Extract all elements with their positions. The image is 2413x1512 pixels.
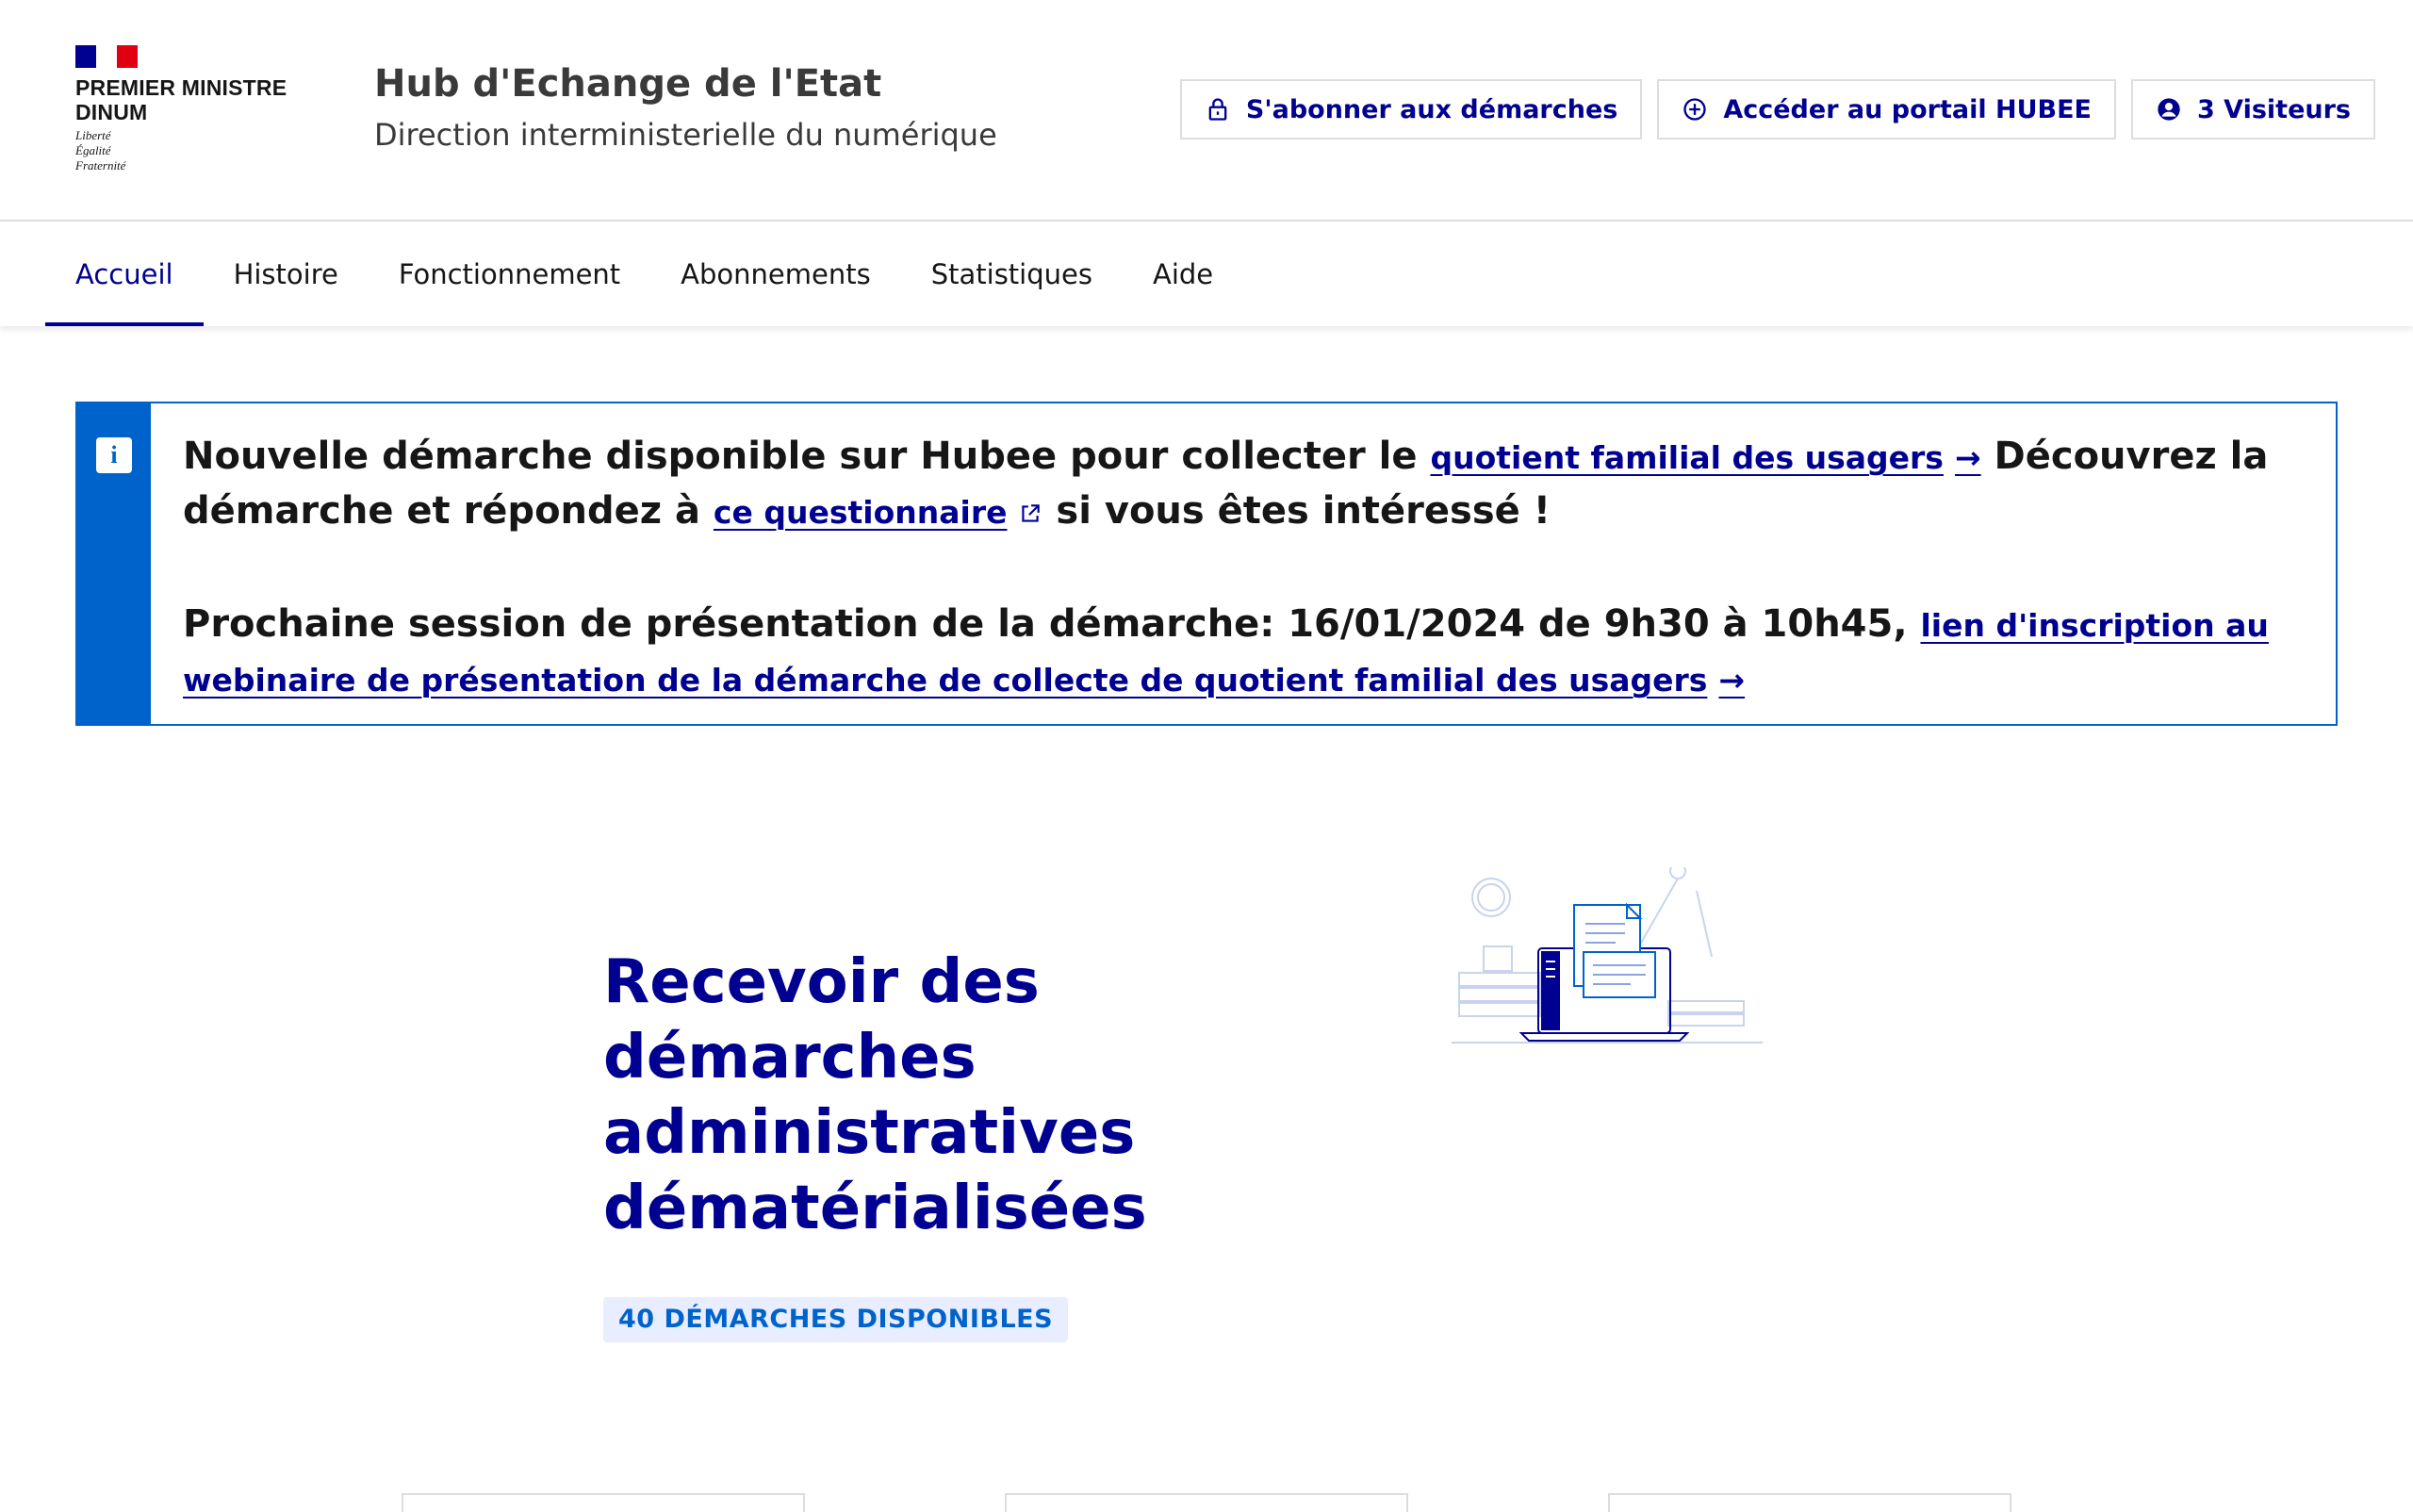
nav-item-abonnements[interactable]: Abonnements: [650, 222, 901, 326]
logo-motto: Liberté Égalité Fraternité: [75, 128, 126, 173]
hero-title: Recevoir des démarches administratives d…: [603, 947, 1147, 1243]
french-flag-icon: [75, 45, 138, 68]
header-tools: S'abonner aux démarches Accéder au porta…: [1179, 79, 2375, 140]
header-body: PREMIER MINISTRE DINUM Liberté Égalité F…: [0, 0, 2413, 222]
nav-item-accueil[interactable]: Accueil: [45, 222, 204, 326]
arrow-right-icon: →: [1718, 662, 1746, 698]
government-logo[interactable]: PREMIER MINISTRE DINUM Liberté Égalité F…: [75, 45, 302, 173]
quotient-familial-link[interactable]: quotient familial des usagers →: [1430, 439, 1980, 476]
notice-sidebar: i: [75, 402, 151, 726]
nav-item-aide[interactable]: Aide: [1123, 222, 1243, 326]
site-header: PREMIER MINISTRE DINUM Liberté Égalité F…: [0, 0, 2413, 222]
external-link-icon: [1018, 494, 1042, 531]
nav-item-fonctionnement[interactable]: Fonctionnement: [369, 222, 650, 326]
visitors-label: 3 Visiteurs: [2196, 94, 2351, 124]
notice-paragraph-2: Prochaine session de présentation de la …: [183, 602, 2269, 698]
nav-item-statistiques[interactable]: Statistiques: [901, 222, 1123, 326]
notice-paragraph-1: Nouvelle démarche disponible sur Hubee p…: [183, 435, 2269, 533]
visitors-button[interactable]: 3 Visiteurs: [2130, 79, 2375, 140]
demarche-card[interactable]: [1005, 1493, 1408, 1512]
questionnaire-link[interactable]: ce questionnaire: [714, 494, 1043, 531]
user-icon: [2156, 96, 2182, 123]
nav-item-histoire[interactable]: Histoire: [204, 222, 369, 326]
notice-content: Nouvelle démarche disponible sur Hubee p…: [183, 430, 2304, 707]
info-icon: i: [96, 437, 132, 473]
demarche-card[interactable]: [402, 1493, 805, 1512]
lock-icon: [1205, 96, 1231, 123]
portal-label: Accéder au portail HUBEE: [1723, 94, 2092, 124]
subscribe-button[interactable]: S'abonner aux démarches: [1179, 79, 1643, 140]
main-navigation: Accueil Histoire Fonctionnement Abonneme…: [0, 222, 2413, 326]
service-tagline: Direction interministerielle du numériqu…: [374, 117, 997, 153]
info-notice: i Nouvelle démarche disponible sur Hubee…: [75, 402, 2338, 726]
demarches-count-badge: 40 DÉMARCHES DISPONIBLES: [603, 1297, 1069, 1342]
demarche-card[interactable]: [1608, 1493, 2011, 1512]
service-title[interactable]: Hub d'Echange de l'Etat: [374, 62, 881, 106]
subscribe-label: S'abonner aux démarches: [1245, 94, 1618, 124]
arrow-right-icon: →: [1954, 439, 1981, 476]
portal-button[interactable]: Accéder au portail HUBEE: [1657, 79, 2116, 140]
logo-title: PREMIER MINISTRE DINUM: [75, 75, 287, 124]
add-circle-icon: [1682, 96, 1708, 123]
laptop-documents-illustration: [1452, 863, 1763, 1056]
